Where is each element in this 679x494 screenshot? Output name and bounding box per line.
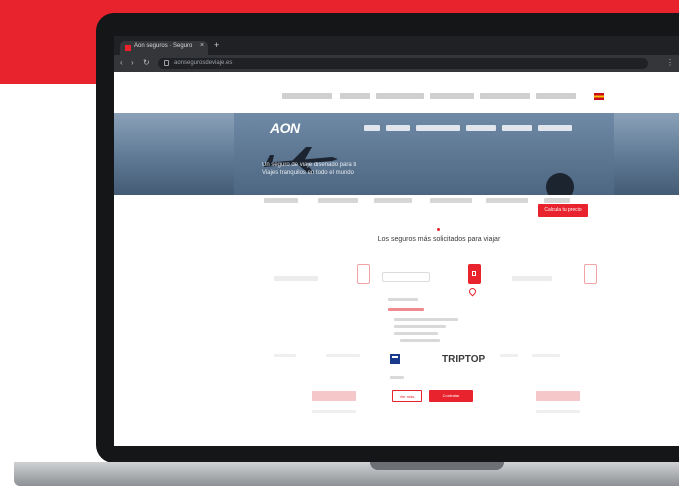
hero-nav-item[interactable] xyxy=(502,125,532,131)
close-icon[interactable]: × xyxy=(200,42,204,49)
shield-icon[interactable] xyxy=(468,264,481,284)
reload-icon[interactable]: ↻ xyxy=(143,58,150,67)
category-tab[interactable] xyxy=(486,198,528,203)
section-title: Los seguros más solicitados para viajar xyxy=(377,236,501,243)
quote-cta-button[interactable]: Calcula tu precio xyxy=(538,204,588,217)
quote-cta-label: Calcula tu precio xyxy=(544,207,582,213)
hero-nav-item[interactable] xyxy=(364,125,380,131)
map-pin-icon xyxy=(467,286,478,297)
spain-flag-icon[interactable] xyxy=(594,93,604,100)
favicon-icon xyxy=(125,45,131,51)
laptop-base-notch xyxy=(370,462,504,470)
step-label xyxy=(274,276,318,281)
form-option[interactable] xyxy=(400,339,440,342)
laptop-mockup-stage: Aon seguros · Seguro × + ‹ › ↻ aonseguro… xyxy=(0,0,679,494)
shield-inner-icon xyxy=(472,271,476,276)
form-label xyxy=(388,298,418,301)
phone-icon xyxy=(584,264,597,284)
form-option[interactable] xyxy=(394,332,438,335)
section-marker xyxy=(437,228,440,231)
category-tab[interactable] xyxy=(264,198,298,203)
util-link[interactable] xyxy=(430,93,474,99)
hero-banner: AON Un seguro de viaje diseñado para ti … xyxy=(114,113,679,195)
insurer-logo xyxy=(390,354,400,364)
hero-headline: Un seguro de viaje diseñado para ti xyxy=(262,162,357,168)
form-option[interactable] xyxy=(394,318,458,321)
util-link[interactable] xyxy=(340,93,370,99)
more-info-label: Ver más xyxy=(399,394,415,399)
form-option[interactable] xyxy=(394,325,446,328)
destination-field[interactable] xyxy=(382,272,430,282)
step-label xyxy=(512,276,552,281)
more-info-button[interactable]: Ver más xyxy=(392,390,422,402)
hero-nav-item[interactable] xyxy=(466,125,496,131)
category-tab[interactable] xyxy=(374,198,412,203)
url-text: aonsegurosdeviaje.es xyxy=(174,60,233,66)
hero-headline-block: Un seguro de viaje diseñado para ti Viaj… xyxy=(262,161,356,177)
forward-icon[interactable]: › xyxy=(131,58,134,67)
browser-toolbar: ‹ › ↻ aonsegurosdeviaje.es ⋮ xyxy=(114,55,679,72)
placeholder-line xyxy=(326,354,360,357)
lock-icon xyxy=(164,60,169,66)
hero-nav-item[interactable] xyxy=(538,125,572,131)
placeholder-line xyxy=(532,354,560,357)
placeholder-line xyxy=(500,354,518,357)
util-link[interactable] xyxy=(480,93,530,99)
category-tab[interactable] xyxy=(544,198,570,203)
hero-nav-item[interactable] xyxy=(386,125,410,131)
hero-nav-item[interactable] xyxy=(416,125,460,131)
browser-tab[interactable]: Aon seguros · Seguro × xyxy=(120,41,208,55)
util-link[interactable] xyxy=(536,93,576,99)
form-label-highlight xyxy=(388,308,424,311)
tab-title: Aon seguros · Seguro xyxy=(134,43,193,49)
hero-person-silhouette xyxy=(546,173,574,195)
buy-button[interactable]: Contratar xyxy=(429,390,473,402)
placeholder-line xyxy=(312,410,356,413)
util-link[interactable] xyxy=(376,93,424,99)
address-bar[interactable]: aonsegurosdeviaje.es xyxy=(158,58,648,69)
category-tab[interactable] xyxy=(318,198,358,203)
partner-logo-text: TRIPTOP xyxy=(442,354,486,365)
util-link[interactable] xyxy=(282,93,332,99)
plan-button-faded[interactable] xyxy=(536,391,580,401)
price-label xyxy=(390,376,404,379)
site-utility-bar xyxy=(114,91,679,103)
hero-subline: Viajes tranquilos en todo el mundo xyxy=(262,170,354,176)
placeholder-line xyxy=(274,354,296,357)
laptop-base xyxy=(14,462,679,486)
new-tab-icon[interactable]: + xyxy=(214,40,219,50)
category-tab[interactable] xyxy=(430,198,472,203)
browser-tab-bar: Aon seguros · Seguro × + xyxy=(114,36,679,55)
aon-logo[interactable]: AON xyxy=(270,120,300,136)
back-icon[interactable]: ‹ xyxy=(120,58,123,67)
plan-button-faded[interactable] xyxy=(312,391,356,401)
laptop-screen: Aon seguros · Seguro × + ‹ › ↻ aonseguro… xyxy=(114,36,679,446)
insurer-logo-mark xyxy=(392,356,398,358)
document-icon xyxy=(357,264,370,284)
placeholder-line xyxy=(536,410,580,413)
browser-menu-icon[interactable]: ⋮ xyxy=(666,58,674,67)
buy-label: Contratar xyxy=(442,393,460,398)
